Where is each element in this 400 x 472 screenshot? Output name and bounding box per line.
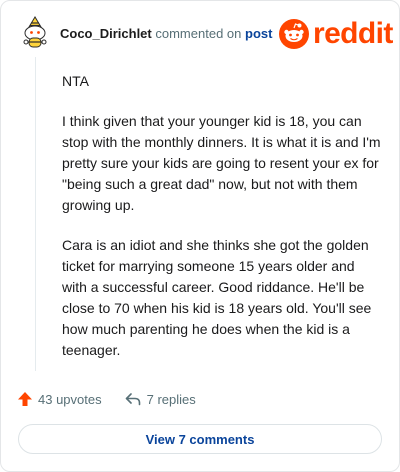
view-comments-button[interactable]: View 7 comments xyxy=(18,424,382,454)
comment-header: Coco_Dirichlet commented on post xyxy=(60,26,272,41)
avatar-snoo-icon xyxy=(23,16,47,48)
snoo-logo-icon xyxy=(279,19,309,49)
arrow-up-icon xyxy=(18,392,32,406)
reddit-logo[interactable]: reddit xyxy=(279,19,393,49)
replies-count: 7 replies xyxy=(146,391,196,407)
upvote-count: 43 upvotes xyxy=(38,391,102,407)
comment-paragraph: I think given that your younger kid is 1… xyxy=(62,113,381,213)
comment-paragraph: Cara is an idiot and she thinks she got … xyxy=(62,237,372,358)
comment-paragraph: NTA xyxy=(62,73,89,89)
username-link[interactable]: Coco_Dirichlet xyxy=(60,26,152,41)
upvote-button[interactable]: 43 upvotes xyxy=(17,391,102,407)
replies-button[interactable]: 7 replies xyxy=(125,392,196,407)
comment-body: NTA I think given that your younger kid … xyxy=(62,71,382,380)
user-avatar[interactable] xyxy=(18,16,52,50)
thread-line[interactable] xyxy=(35,57,36,371)
comment-action-text: commented on xyxy=(155,26,242,41)
reddit-wordmark: reddit xyxy=(313,17,393,50)
reply-arrow-icon xyxy=(125,393,140,406)
comment-card: Coco_Dirichlet commented on post reddit … xyxy=(0,0,400,472)
post-link[interactable]: post xyxy=(245,26,272,41)
comment-actions: 43 upvotes 7 replies xyxy=(17,387,196,411)
